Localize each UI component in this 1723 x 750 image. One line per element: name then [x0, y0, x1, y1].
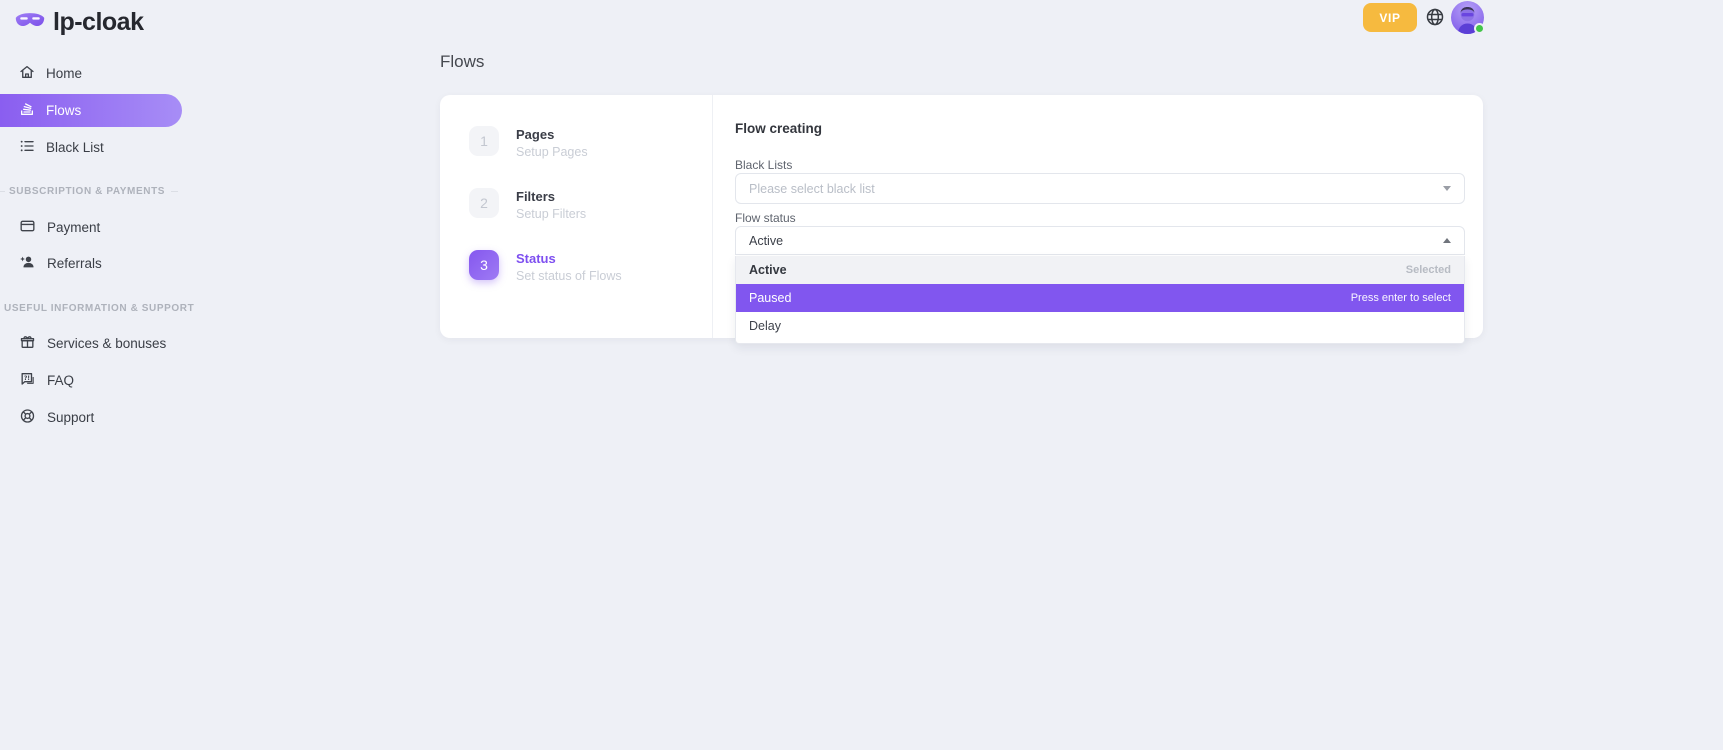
- form-title: Flow creating: [735, 121, 822, 136]
- chevron-down-icon: [1443, 186, 1451, 191]
- mask-logo-icon: [14, 10, 46, 36]
- option-label: Paused: [749, 291, 791, 305]
- page-title: Flows: [440, 52, 484, 72]
- sidebar-item-faq[interactable]: ?! FAQ: [0, 364, 182, 396]
- globe-icon[interactable]: [1425, 7, 1445, 27]
- step-subtitle: Setup Filters: [516, 207, 586, 221]
- step-number: 2: [469, 188, 499, 218]
- sidebar-item-home[interactable]: Home: [0, 57, 182, 89]
- sidebar-item-services-bonuses[interactable]: Services & bonuses: [0, 327, 182, 359]
- option-hint: Press enter to select: [1351, 292, 1451, 304]
- option-active[interactable]: Active Selected: [736, 256, 1464, 284]
- faq-chat-icon: ?!: [19, 371, 36, 390]
- option-paused[interactable]: Paused Press enter to select: [736, 284, 1464, 312]
- sidebar-item-label: Payment: [47, 220, 100, 235]
- select-placeholder: Please select black list: [749, 182, 875, 196]
- sidebar-item-label: Support: [47, 410, 94, 425]
- select-value: Active: [749, 234, 783, 248]
- sidebar-item-label: Flows: [46, 103, 81, 118]
- wizard-step-pages[interactable]: 1 Pages Setup Pages: [469, 126, 588, 159]
- wizard-step-filters[interactable]: 2 Filters Setup Filters: [469, 188, 586, 221]
- app-logo[interactable]: lp-cloak: [14, 8, 143, 37]
- svg-text:?!: ?!: [24, 375, 30, 382]
- sidebar: lp-cloak Home Flows: [0, 0, 182, 750]
- flow-wizard-card: 1 Pages Setup Pages 2 Filters Setup Filt…: [440, 95, 1483, 338]
- sidebar-item-referrals[interactable]: Referrals: [0, 247, 182, 279]
- person-add-icon: [19, 254, 36, 273]
- sidebar-section-support: USEFUL INFORMATION & SUPPORT: [0, 303, 182, 314]
- option-label: Active: [749, 263, 787, 277]
- step-title: Filters: [516, 188, 586, 204]
- sidebar-item-flows[interactable]: Flows: [0, 94, 182, 127]
- option-delay[interactable]: Delay: [736, 312, 1464, 340]
- app-title: lp-cloak: [53, 8, 143, 37]
- sidebar-item-label: Services & bonuses: [47, 336, 166, 351]
- vip-button[interactable]: VIP: [1363, 3, 1417, 32]
- step-subtitle: Setup Pages: [516, 145, 588, 159]
- panel-divider: [712, 95, 713, 338]
- online-dot: [1474, 23, 1485, 34]
- sidebar-section-subscription: SUBSCRIPTION & PAYMENTS: [0, 186, 182, 197]
- app-root: lp-cloak Home Flows: [0, 0, 1723, 750]
- home-icon: [19, 64, 35, 83]
- black-lists-select[interactable]: Please select black list: [735, 173, 1465, 204]
- credit-card-icon: [19, 218, 36, 237]
- wizard-step-status[interactable]: 3 Status Set status of Flows: [469, 250, 622, 283]
- sidebar-item-label: Referrals: [47, 256, 102, 271]
- sidebar-item-label: FAQ: [47, 373, 74, 388]
- option-hint: Selected: [1406, 264, 1451, 276]
- flow-status-dropdown: Active Selected Paused Press enter to se…: [735, 256, 1465, 344]
- step-title: Pages: [516, 126, 588, 142]
- list-icon: [19, 138, 35, 157]
- flow-status-select[interactable]: Active: [735, 226, 1465, 255]
- step-number: 1: [469, 126, 499, 156]
- sidebar-item-support[interactable]: Support: [0, 401, 182, 433]
- flows-stack-icon: [19, 101, 35, 120]
- sidebar-item-black-list[interactable]: Black List: [0, 131, 182, 163]
- chevron-up-icon: [1443, 238, 1451, 243]
- sidebar-item-label: Home: [46, 66, 82, 81]
- step-subtitle: Set status of Flows: [516, 269, 622, 283]
- sidebar-item-payment[interactable]: Payment: [0, 211, 182, 243]
- option-label: Delay: [749, 319, 781, 333]
- section-label: SUBSCRIPTION & PAYMENTS: [9, 186, 165, 197]
- section-label: USEFUL INFORMATION & SUPPORT: [4, 303, 194, 314]
- gift-icon: [19, 334, 36, 353]
- avatar[interactable]: [1451, 1, 1484, 34]
- lifebuoy-icon: [19, 408, 36, 427]
- step-number: 3: [469, 250, 499, 280]
- flow-status-label: Flow status: [735, 211, 796, 225]
- step-title: Status: [516, 250, 622, 266]
- black-lists-label: Black Lists: [735, 158, 792, 172]
- sidebar-item-label: Black List: [46, 140, 104, 155]
